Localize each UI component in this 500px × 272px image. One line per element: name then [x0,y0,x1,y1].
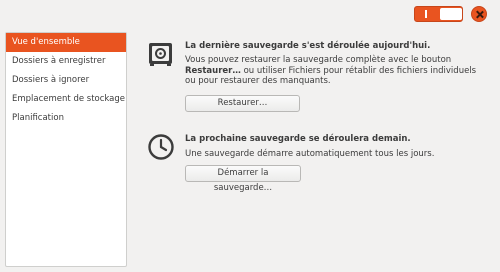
last-backup-section: La dernière sauvegarde s'est déroulée au… [147,40,487,115]
sidebar-item-storage-location[interactable]: Emplacement de stockage [6,90,126,109]
start-backup-button[interactable]: Démarrer la sauvegarde… [185,165,301,193]
sidebar-item-scheduling[interactable]: Planification [6,109,126,128]
sidebar-item-overview[interactable]: Vue d'ensemble [6,33,126,52]
next-backup-body: Une sauvegarde démarre automatiquement t… [185,149,435,159]
last-backup-heading: La dernière sauvegarde s'est déroulée au… [185,41,431,51]
automatic-backup-toggle[interactable] [414,6,463,22]
last-backup-body-line-2-rest: ou utiliser Fichiers pour rétablir des f… [240,65,477,76]
sidebar: Vue d'ensemble Dossiers à enregistrer Do… [5,32,127,267]
close-icon[interactable] [471,6,487,22]
title-bar [0,0,500,27]
restore-button[interactable]: Restaurer… [185,95,300,112]
last-backup-body-line-2: Restaurer… ou utiliser Fichiers pour rét… [185,66,485,77]
restore-inline-label: Restaurer… [185,65,241,76]
last-backup-body-line-1: Vous pouvez restaurer la sauvegarde comp… [185,55,452,65]
next-backup-section: La prochaine sauvegarde se déroulera dem… [147,133,487,193]
last-backup-body-line-3: ou pour restaurer des manquants. [185,76,331,86]
sidebar-item-folders-to-save[interactable]: Dossiers à enregistrer [6,52,126,71]
toggle-on-mark [425,10,427,18]
safe-icon [147,40,175,68]
sidebar-item-folders-to-ignore[interactable]: Dossiers à ignorer [6,71,126,90]
toggle-knob [440,8,462,20]
clock-icon [147,133,175,161]
next-backup-heading: La prochaine sauvegarde se déroulera dem… [185,134,411,144]
